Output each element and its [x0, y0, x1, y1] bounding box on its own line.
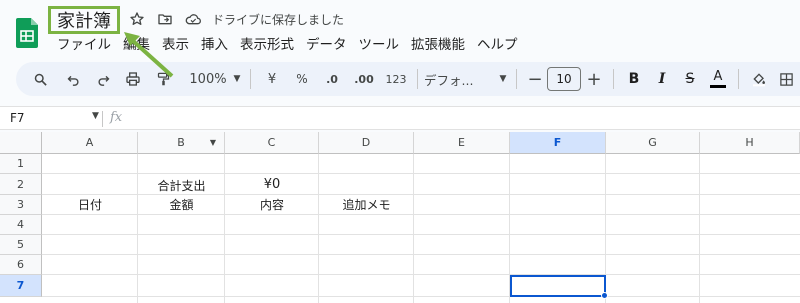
- column-header-g[interactable]: G: [606, 132, 700, 154]
- decrease-decimal-button[interactable]: .0: [317, 66, 347, 92]
- move-to-folder-icon[interactable]: [156, 10, 174, 28]
- toolbar-divider: [613, 69, 614, 89]
- cell-c2[interactable]: ¥0: [225, 174, 319, 195]
- cell-b2[interactable]: 合計支出: [138, 174, 225, 195]
- menu-view[interactable]: 表示: [162, 35, 195, 55]
- row-header-6[interactable]: 6: [0, 255, 42, 275]
- cell-b3[interactable]: 金額: [138, 195, 225, 215]
- paint-format-icon[interactable]: [148, 66, 178, 92]
- text-color-icon[interactable]: A: [704, 66, 732, 92]
- toolbar: 100% ▼ ¥ % .0 .00 123 デフォ... ▼ − 10 + B …: [16, 62, 800, 96]
- zoom-value[interactable]: 100%: [186, 66, 230, 92]
- title-bar: 家計簿 ドライブに保存しました ファイル 編集 表示 挿入 表示形式 データ ツ…: [0, 0, 800, 58]
- column-header-e[interactable]: E: [414, 132, 510, 154]
- cloud-saved-icon[interactable]: [184, 10, 202, 28]
- menu-format[interactable]: 表示形式: [240, 35, 300, 55]
- menu-extensions[interactable]: 拡張機能: [411, 35, 471, 55]
- column-header-label: B: [177, 136, 185, 149]
- row-header-3[interactable]: 3: [0, 195, 42, 215]
- currency-format-button[interactable]: ¥: [257, 66, 287, 92]
- row-header-4[interactable]: 4: [0, 215, 42, 235]
- column-header-h[interactable]: H: [700, 132, 800, 154]
- increase-decimal-button[interactable]: .00: [347, 66, 381, 92]
- column-header-d[interactable]: D: [319, 132, 414, 154]
- undo-icon[interactable]: [58, 66, 88, 92]
- bold-icon[interactable]: B: [620, 66, 648, 92]
- increase-font-size-icon[interactable]: +: [581, 66, 607, 92]
- menu-tools[interactable]: ツール: [359, 35, 406, 55]
- active-cell-f7[interactable]: [510, 275, 606, 297]
- chevron-down-icon[interactable]: ▼: [496, 66, 510, 92]
- fill-color-icon[interactable]: [745, 66, 773, 92]
- row-header-2[interactable]: 2: [0, 174, 42, 195]
- chevron-down-icon[interactable]: ▼: [92, 111, 99, 121]
- row-header-5[interactable]: 5: [0, 235, 42, 255]
- menu-edit[interactable]: 編集: [123, 35, 156, 55]
- document-title[interactable]: 家計簿: [48, 6, 120, 34]
- select-all-corner[interactable]: [0, 132, 42, 154]
- formula-divider: [102, 111, 103, 127]
- sheets-logo-icon[interactable]: [16, 18, 38, 48]
- row-header-7[interactable]: 7: [0, 275, 42, 297]
- menu-data[interactable]: データ: [306, 35, 353, 55]
- strikethrough-icon[interactable]: S: [676, 66, 704, 92]
- print-icon[interactable]: [118, 66, 148, 92]
- chevron-down-icon[interactable]: ▼: [230, 66, 244, 92]
- spreadsheet-grid[interactable]: A B ▼ C D E F G H 1 2 3 4 5 6 7 合計支出 ¥0 …: [0, 132, 800, 303]
- percent-format-button[interactable]: %: [287, 66, 317, 92]
- toolbar-divider: [516, 69, 517, 89]
- fx-icon: fx: [110, 110, 123, 125]
- search-menus-icon[interactable]: [22, 66, 58, 92]
- toolbar-divider: [417, 69, 418, 89]
- column-header-a[interactable]: A: [42, 132, 138, 154]
- menu-file[interactable]: ファイル: [57, 35, 117, 55]
- toolbar-divider: [250, 69, 251, 89]
- borders-icon[interactable]: [773, 66, 799, 92]
- font-select[interactable]: デフォ...: [424, 66, 496, 92]
- menu-insert[interactable]: 挿入: [201, 35, 234, 55]
- cell-d3[interactable]: 追加メモ: [319, 195, 414, 215]
- redo-icon[interactable]: [88, 66, 118, 92]
- column-header-f[interactable]: F: [510, 132, 606, 154]
- font-size-input[interactable]: 10: [547, 67, 581, 91]
- fill-handle[interactable]: [601, 292, 608, 299]
- italic-icon[interactable]: I: [648, 66, 676, 92]
- decrease-font-size-icon[interactable]: −: [523, 66, 547, 92]
- cell-a3[interactable]: 日付: [42, 195, 138, 215]
- column-menu-icon[interactable]: ▼: [210, 132, 216, 154]
- column-header-b[interactable]: B ▼: [138, 132, 225, 154]
- cell-c3[interactable]: 内容: [225, 195, 319, 215]
- title-actions: ドライブに保存しました: [128, 9, 344, 29]
- formula-bar: F7 ▼ fx: [0, 106, 800, 130]
- menu-bar: ファイル 編集 表示 挿入 表示形式 データ ツール 拡張機能 ヘルプ: [57, 35, 530, 55]
- more-formats-button[interactable]: 123: [381, 66, 411, 92]
- menu-help[interactable]: ヘルプ: [477, 35, 524, 55]
- row-header-1[interactable]: 1: [0, 154, 42, 174]
- name-box[interactable]: F7: [10, 111, 25, 125]
- star-icon[interactable]: [128, 10, 146, 28]
- column-header-c[interactable]: C: [225, 132, 319, 154]
- toolbar-divider: [738, 69, 739, 89]
- save-status: ドライブに保存しました: [212, 12, 345, 27]
